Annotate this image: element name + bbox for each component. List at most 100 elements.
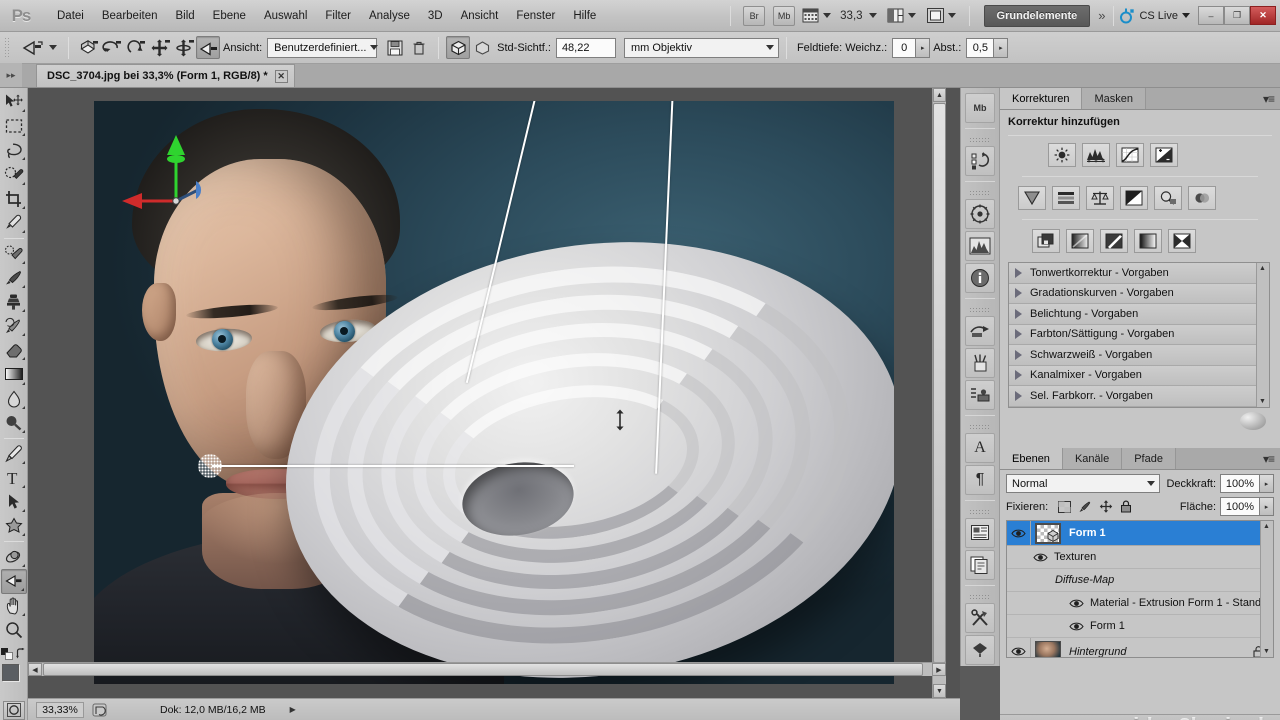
notes-icon[interactable]: [965, 550, 995, 580]
quick-selection-tool[interactable]: [1, 162, 27, 186]
histogram-icon[interactable]: [965, 231, 995, 261]
preset-sel-farbkorr[interactable]: Sel. Farbkorr. - Vorgaben: [1009, 386, 1269, 407]
brush-tool[interactable]: [1, 266, 27, 290]
preset-belichtung[interactable]: Belichtung - Vorgaben: [1009, 304, 1269, 325]
menu-bild[interactable]: Bild: [166, 7, 203, 25]
layers-scroll-up-arrow[interactable]: ▲: [1263, 523, 1270, 530]
move-tool[interactable]: [1, 90, 27, 114]
options-3d-camera-rotate-tool-active[interactable]: [196, 36, 220, 59]
default-colors-icon[interactable]: [0, 647, 13, 660]
photo-filter-icon[interactable]: [1154, 186, 1182, 210]
view-extras-dropdown[interactable]: [802, 8, 832, 23]
preset-kanalmixer[interactable]: Kanalmixer - Vorgaben: [1009, 365, 1269, 386]
canvas-vertical-scrollbar[interactable]: ▲ ▼: [932, 88, 946, 698]
view-preset-select[interactable]: Benutzerdefiniert...: [267, 37, 379, 58]
image-canvas[interactable]: [94, 101, 894, 684]
menu-filter[interactable]: Filter: [316, 7, 360, 25]
dock-grip-6[interactable]: [969, 594, 991, 600]
exposure-icon[interactable]: [1150, 143, 1178, 167]
layers-list[interactable]: Form 1 ▲ Texturen Diffuse-Map Material -…: [1006, 520, 1274, 658]
dodge-tool[interactable]: [1, 411, 27, 435]
perspective-view-button[interactable]: [470, 36, 494, 59]
current-tool-preview[interactable]: [17, 37, 61, 59]
curves-icon[interactable]: [1116, 143, 1144, 167]
layer-visibility-toggle[interactable]: [1007, 638, 1031, 657]
layers-panel-menu-icon[interactable]: ▾≡: [1263, 452, 1275, 466]
vibrance-icon[interactable]: [1018, 186, 1046, 210]
delete-view-button[interactable]: [407, 36, 431, 59]
preset-tonwertkorrektur[interactable]: Tonwertkorrektur - Vorgaben: [1009, 263, 1269, 284]
arrange-documents-dropdown[interactable]: [887, 8, 916, 23]
layer-thumbnail[interactable]: [1035, 522, 1061, 544]
3d-camera-rotate-tool[interactable]: [0, 569, 27, 594]
shape-tool[interactable]: [1, 514, 27, 538]
adjustments-panel-menu-icon[interactable]: ▾≡: [1263, 92, 1275, 106]
hue-saturation-icon[interactable]: [1052, 186, 1080, 210]
quick-mask-button[interactable]: [2, 700, 25, 720]
levels-icon[interactable]: [1082, 143, 1110, 167]
layer-thumbnail[interactable]: [1035, 641, 1061, 657]
history-brush-tool[interactable]: [1, 314, 27, 338]
blur-tool[interactable]: [1, 387, 27, 411]
layer-row-material-extrusion[interactable]: Material - Extrusion Form 1 - Stand...: [1007, 592, 1273, 615]
3d-object-rotate-tool[interactable]: [1, 545, 27, 569]
scroll-left-arrow[interactable]: ◀: [28, 663, 42, 676]
document-tab[interactable]: DSC_3704.jpg bei 33,3% (Form 1, RGB/8) *…: [36, 64, 295, 87]
dof-blur-stepper[interactable]: ▸: [916, 37, 931, 58]
std-view-input[interactable]: 48,22: [555, 37, 616, 58]
options-3d-orbit-camera-tool[interactable]: [76, 36, 100, 59]
restore-button[interactable]: ❐: [1224, 6, 1250, 25]
layer-row-form-1-texture[interactable]: Form 1: [1007, 615, 1273, 638]
swap-colors-icon[interactable]: [15, 648, 27, 659]
gradient-tool[interactable]: [1, 362, 27, 386]
fill-stepper[interactable]: ▸: [1260, 497, 1274, 516]
close-button[interactable]: ✕: [1250, 6, 1276, 25]
presets-scroll-up-arrow[interactable]: ▲: [1259, 265, 1266, 272]
scroll-right-arrow[interactable]: ▶: [932, 663, 946, 676]
hand-tool[interactable]: [1, 594, 27, 618]
menu-auswahl[interactable]: Auswahl: [255, 7, 316, 25]
presets-scrollbar[interactable]: ▲ ▼: [1256, 263, 1269, 407]
tab-kanaele[interactable]: Kanäle: [1062, 448, 1123, 469]
light-guide-line-3[interactable]: [212, 465, 574, 467]
fill-input[interactable]: 100%: [1220, 497, 1260, 516]
eye-icon[interactable]: [1069, 598, 1084, 609]
minimize-button[interactable]: –: [1198, 6, 1224, 25]
workspace-grundelemente-button[interactable]: Grundelemente: [983, 4, 1091, 27]
invert-icon[interactable]: [1032, 229, 1060, 253]
menu-ebene[interactable]: Ebene: [204, 7, 255, 25]
dock-grip-2[interactable]: [969, 190, 991, 196]
blend-mode-select[interactable]: Normal: [1006, 474, 1161, 493]
orthographic-view-button[interactable]: [446, 36, 471, 59]
horizontal-scroll-thumb[interactable]: [43, 663, 923, 676]
crop-tool[interactable]: [1, 187, 27, 211]
cs-live-button[interactable]: CS Live: [1120, 8, 1190, 24]
eraser-tool[interactable]: [1, 338, 27, 362]
color-icon[interactable]: [965, 316, 995, 346]
dock-grip-4[interactable]: [969, 424, 991, 430]
scroll-up-arrow[interactable]: ▲: [933, 88, 946, 102]
material-sphere-preview[interactable]: [1240, 411, 1266, 430]
layer-visibility-toggle[interactable]: [1007, 521, 1031, 545]
paragraph-icon[interactable]: ¶: [965, 465, 995, 495]
history-icon[interactable]: [965, 146, 995, 176]
opacity-input[interactable]: 100%: [1220, 474, 1260, 493]
lock-pixels-icon[interactable]: [1078, 501, 1092, 513]
launch-bridge-button[interactable]: Br: [743, 5, 766, 26]
light-source-handle[interactable]: [198, 454, 222, 478]
eyedropper-tool[interactable]: [1, 211, 27, 235]
layers-scrollbar[interactable]: ▲ ▼: [1260, 521, 1273, 657]
presets-scroll-down-arrow[interactable]: ▼: [1259, 398, 1266, 405]
panel-expand-arrows[interactable]: ▸▸: [0, 63, 22, 87]
selective-color-icon[interactable]: [1168, 229, 1196, 253]
tab-ebenen[interactable]: Ebenen: [1000, 448, 1063, 469]
eye-icon[interactable]: [1033, 552, 1048, 563]
menu-3d[interactable]: 3D: [419, 7, 452, 25]
info-icon[interactable]: [965, 263, 995, 293]
tab-masken[interactable]: Masken: [1082, 88, 1147, 109]
tab-pfade[interactable]: Pfade: [1122, 448, 1176, 469]
3d-axis-widget[interactable]: [116, 123, 236, 233]
dof-distance-stepper[interactable]: ▸: [994, 37, 1009, 58]
close-icon[interactable]: ✕: [274, 69, 288, 83]
options-3d-zoom-camera-tool[interactable]: [172, 36, 196, 59]
